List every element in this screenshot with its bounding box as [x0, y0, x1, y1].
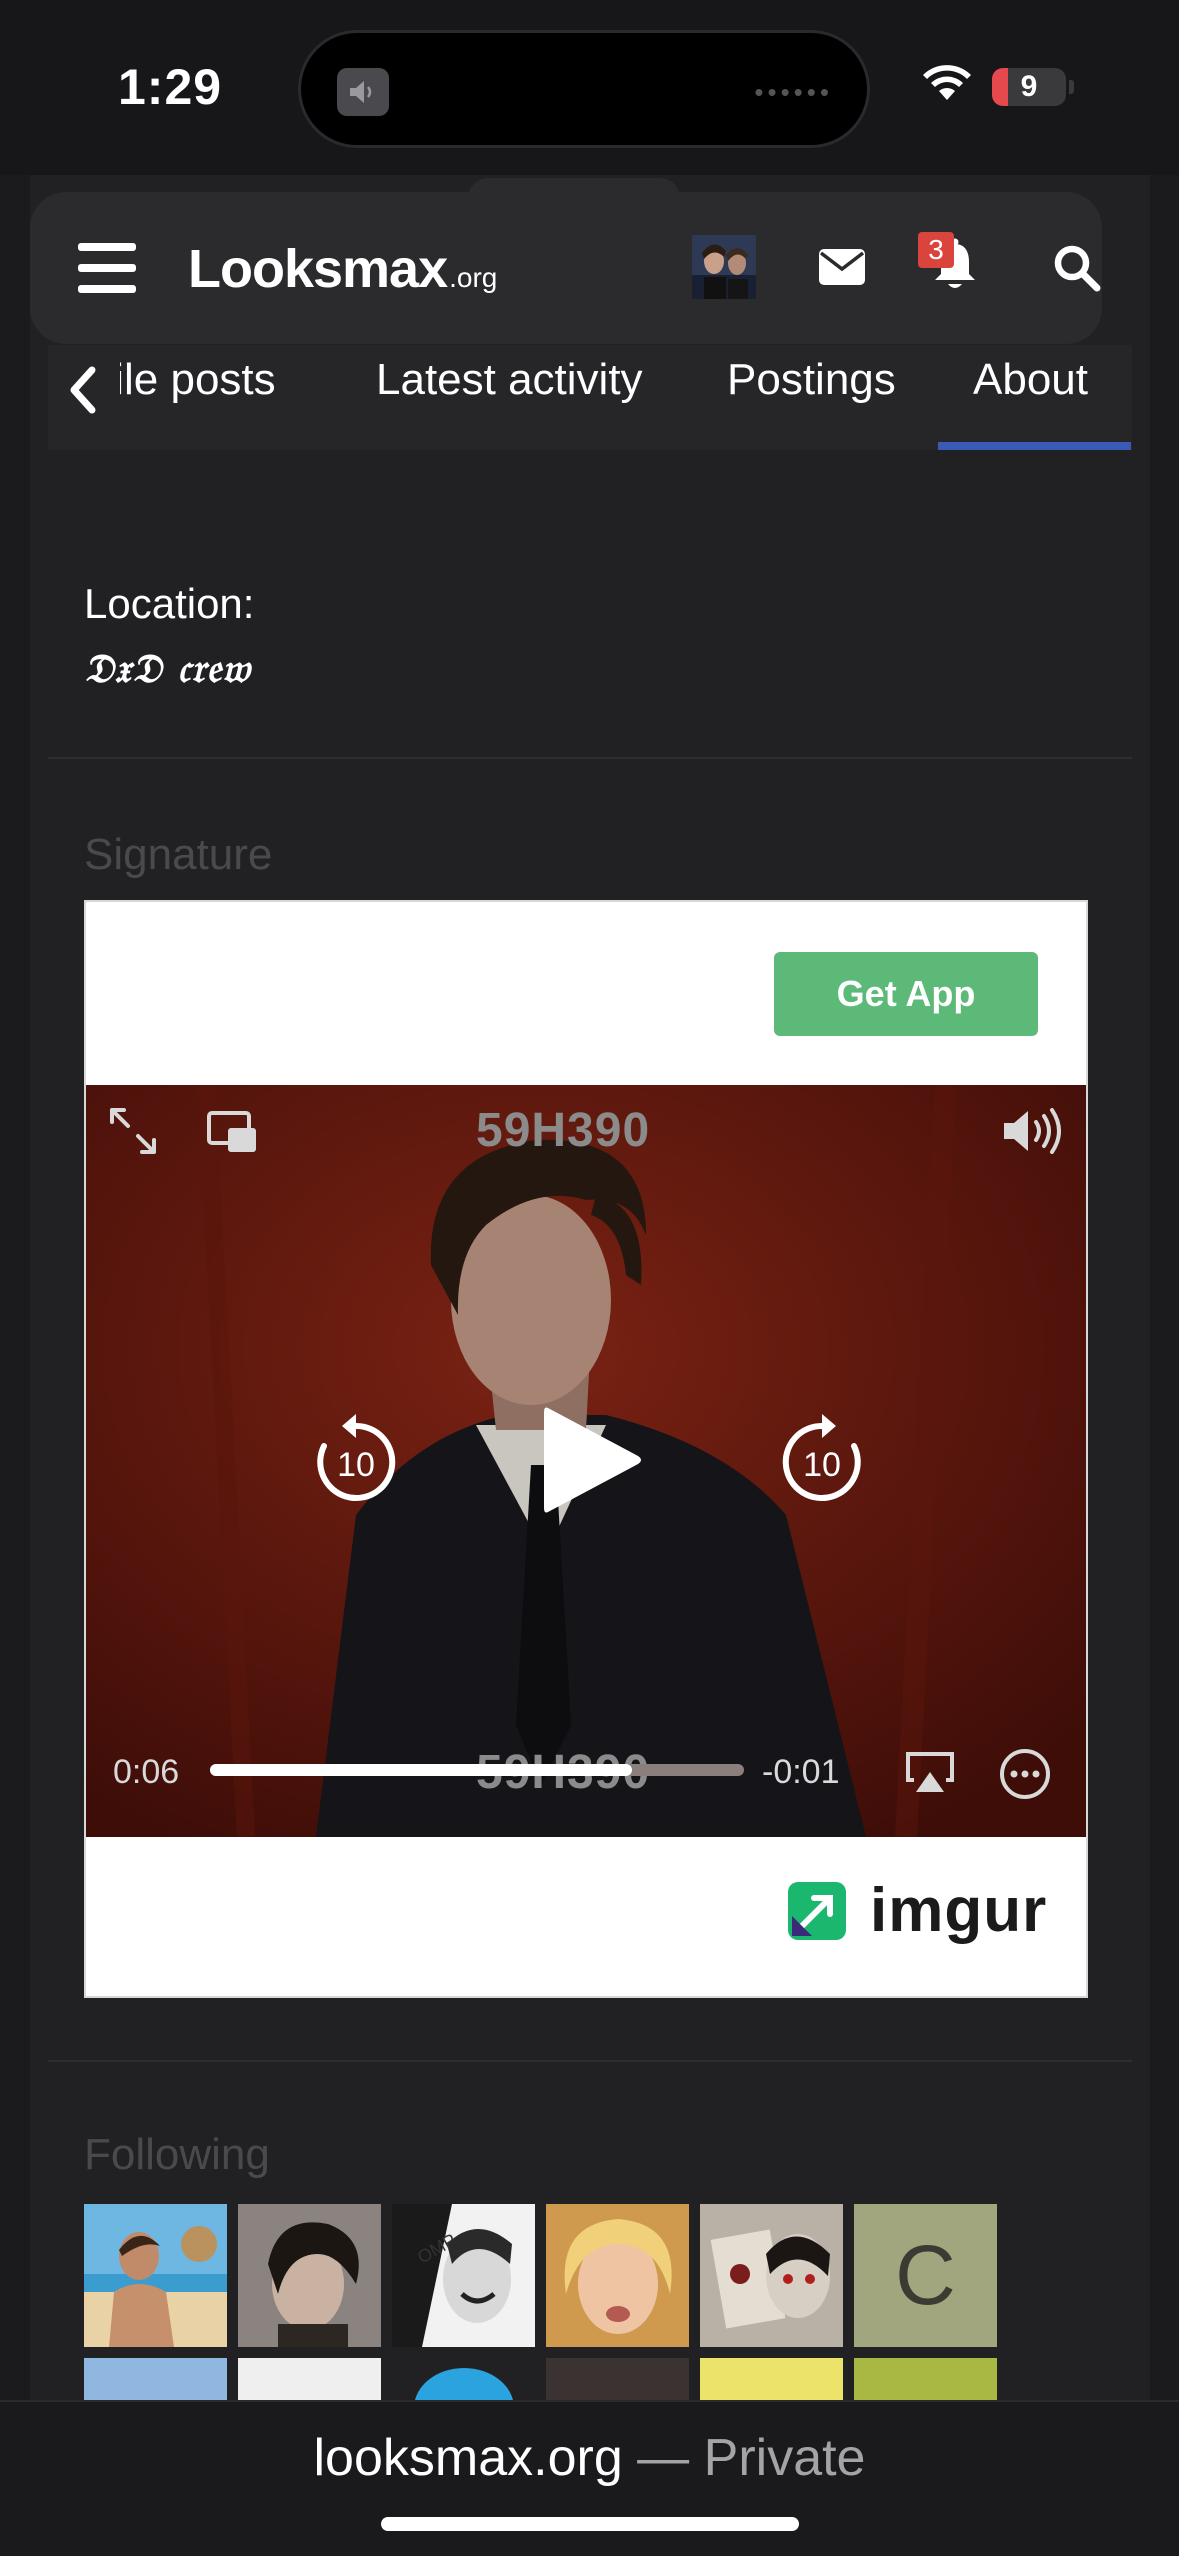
picture-in-picture-icon[interactable]: [206, 1110, 258, 1154]
scrubber-progress: [210, 1764, 632, 1776]
battery-cap: [1069, 80, 1074, 94]
tab-postings[interactable]: Postings: [727, 355, 896, 405]
tab-about[interactable]: About: [973, 355, 1088, 405]
skip-back-icon[interactable]: 10: [312, 1412, 400, 1508]
search-icon[interactable]: [1052, 243, 1102, 293]
skip-forward-seconds: 10: [803, 1446, 841, 1484]
more-options-icon[interactable]: [998, 1747, 1052, 1801]
battery-icon: 9: [992, 68, 1066, 106]
chevron-left-icon[interactable]: [62, 360, 102, 420]
skip-forward-icon[interactable]: 10: [778, 1412, 866, 1508]
tab-profile-posts[interactable]: file posts: [120, 355, 276, 405]
airplay-icon[interactable]: [904, 1750, 956, 1794]
video-watermark-top: 59H390: [476, 1104, 651, 1157]
following-avatar[interactable]: [238, 2204, 381, 2347]
menu-icon[interactable]: [78, 243, 136, 293]
skip-back-seconds: 10: [337, 1446, 375, 1484]
following-avatar[interactable]: [238, 2358, 381, 2400]
battery-percent: 9: [1020, 70, 1038, 103]
signature-title: Signature: [84, 830, 273, 879]
get-app-button[interactable]: Get App: [774, 952, 1038, 1036]
volume-icon[interactable]: [1000, 1106, 1070, 1156]
status-time: 1:29: [118, 59, 223, 115]
divider: [48, 757, 1132, 759]
imgur-wordmark[interactable]: imgur: [870, 1875, 1047, 1946]
avatar-letter: C: [854, 2204, 997, 2347]
location-value: 𝔇𝔵𝔇 𝔠𝔯𝔢𝔴: [84, 645, 251, 692]
mail-icon[interactable]: [818, 248, 866, 286]
user-avatar[interactable]: [692, 235, 756, 299]
remaining-time: -0:01: [762, 1753, 840, 1791]
dynamic-island: ••••••: [298, 30, 870, 148]
following-avatar[interactable]: OMP: [392, 2204, 535, 2347]
location-label: Location:: [84, 580, 255, 627]
following-title: Following: [84, 2130, 270, 2179]
fullscreen-icon[interactable]: [108, 1106, 158, 1156]
following-avatar-letter[interactable]: C: [854, 2204, 997, 2347]
elapsed-time: 0:06: [113, 1753, 180, 1791]
imgur-logo-icon[interactable]: [786, 1880, 848, 1942]
speaker-icon: [337, 68, 389, 116]
home-indicator[interactable]: [381, 2517, 799, 2531]
site-logo[interactable]: Looksmax.org: [188, 238, 497, 300]
following-avatar[interactable]: [84, 2204, 227, 2347]
following-avatar[interactable]: [700, 2204, 843, 2347]
play-icon[interactable]: [536, 1400, 646, 1520]
notification-badge: 3: [918, 232, 954, 268]
separator-text: —: [622, 2429, 704, 2487]
private-mode-label: Private: [703, 2429, 866, 2487]
divider: [48, 2060, 1132, 2062]
island-dots: ••••••: [754, 77, 833, 107]
wifi-icon: [923, 65, 971, 100]
logo-text: Looksmax: [188, 239, 448, 299]
logo-suffix: .org: [449, 262, 498, 293]
following-avatar[interactable]: [392, 2358, 535, 2400]
following-avatar[interactable]: [854, 2358, 997, 2400]
domain-text: looksmax.org: [313, 2429, 623, 2487]
video-scrubber[interactable]: [210, 1764, 744, 1776]
tab-latest-activity[interactable]: Latest activity: [376, 355, 643, 405]
following-avatar[interactable]: [546, 2358, 689, 2400]
following-avatar[interactable]: [84, 2358, 227, 2400]
address-field[interactable]: looksmax.org — Private: [0, 2428, 1179, 2488]
following-avatar[interactable]: [700, 2358, 843, 2400]
following-avatar[interactable]: [546, 2204, 689, 2347]
active-tab-indicator: [938, 442, 1131, 450]
